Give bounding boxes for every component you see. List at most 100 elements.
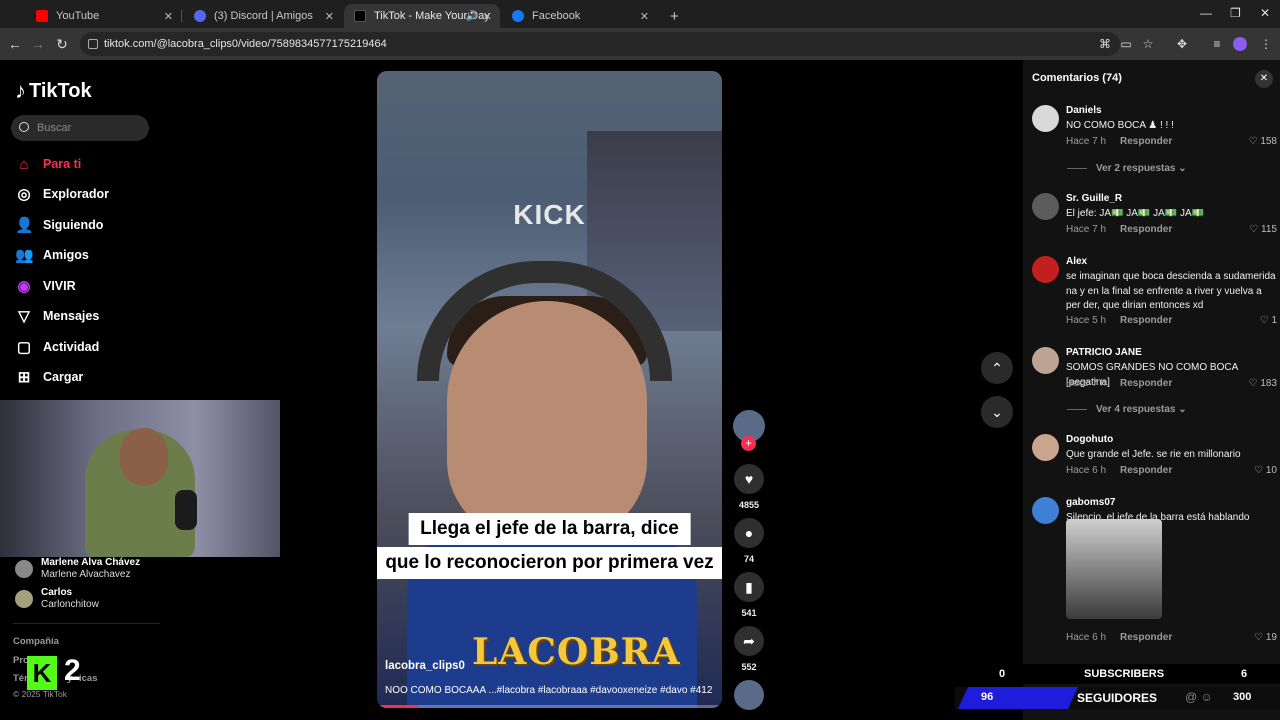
comment-text: El jefe: JA💵 JA💵 JA💵 JA💵 [1066, 208, 1205, 219]
reply-button[interactable]: Responder [1120, 315, 1172, 326]
close-icon[interactable]: ✕ [640, 10, 649, 23]
footer-link[interactable]: Tér [13, 673, 28, 684]
menu-icon[interactable]: ⋮ [1258, 36, 1274, 52]
speaker-icon[interactable]: 🔊 [466, 11, 478, 22]
tab-youtube[interactable]: YouTube ✕ [26, 4, 182, 28]
comment-user[interactable]: Alex [1066, 256, 1087, 267]
minimize-icon[interactable]: — [1200, 6, 1212, 20]
comment-like-button[interactable]: ♡ 19 [1254, 632, 1277, 643]
tab-tiktok[interactable]: TikTok - Make Your Day 🔊 ✕ [344, 4, 500, 28]
chevron-down-icon: ⌄ [1178, 404, 1187, 415]
reply-button[interactable]: Responder [1120, 465, 1172, 476]
media-icon[interactable]: ≡ [1209, 36, 1225, 52]
share-icon: ➦ [734, 626, 764, 656]
avatar[interactable] [1032, 434, 1059, 461]
comment-sticker-image[interactable] [1066, 519, 1162, 619]
close-icon[interactable]: ✕ [1255, 70, 1273, 88]
avatar[interactable] [1032, 347, 1059, 374]
like-button[interactable]: ♥ 4855 [734, 464, 764, 510]
nav-explorador[interactable]: ◎ Explorador [15, 183, 109, 205]
following-icon: 👤 [15, 217, 34, 234]
nav-label: Siguiendo [43, 218, 104, 232]
nav-cargar[interactable]: ⊞ Cargar [15, 366, 84, 388]
avatar[interactable] [1032, 497, 1059, 524]
avatar[interactable] [1032, 256, 1059, 283]
extensions-icon[interactable]: ✥ [1174, 36, 1190, 52]
share-button[interactable]: ➦ 552 [734, 626, 764, 672]
comment-user[interactable]: Daniels [1066, 105, 1102, 116]
next-video-button[interactable]: ⌄ [981, 396, 1013, 428]
music-disc-icon[interactable] [734, 680, 764, 710]
view-replies-button[interactable]: Ver 2 respuestas ⌄ [1067, 163, 1187, 174]
close-icon[interactable]: ✕ [483, 10, 492, 23]
comment-user[interactable]: PATRICIO JANE [1066, 347, 1142, 358]
chevron-up-icon: ⌃ [991, 360, 1003, 376]
video-progress-bar[interactable] [377, 705, 722, 708]
footer-link-company[interactable]: Compañía [13, 636, 59, 647]
comment-user[interactable]: Dogohuto [1066, 434, 1113, 445]
cast-icon[interactable]: ▭ [1118, 36, 1134, 52]
close-icon[interactable]: ✕ [325, 10, 334, 23]
url-field[interactable]: tiktok.com/@lacobra_clips0/video/7589834… [80, 32, 1120, 56]
forward-icon[interactable]: → [28, 34, 48, 54]
account-username: Carlonchitow [41, 599, 99, 610]
footer-link[interactable]: icas [79, 673, 98, 684]
reply-button[interactable]: Responder [1120, 378, 1172, 389]
nav-siguiendo[interactable]: 👤 Siguiendo [15, 214, 103, 236]
following-account[interactable]: Marlene Alva Chávez Marlene Alvachavez [15, 557, 140, 581]
video-player[interactable]: KICK Llega el jefe de la barra, dice que… [377, 71, 722, 708]
reply-button[interactable]: Responder [1120, 224, 1172, 235]
comment-like-button[interactable]: ♡ 1 [1260, 315, 1277, 326]
bookmark-star-icon[interactable]: ☆ [1140, 36, 1156, 52]
emoji-icon[interactable]: @ ☺ [1185, 690, 1213, 704]
comment-button[interactable]: ● 74 [734, 518, 764, 564]
video-caption-line1: Llega el jefe de la barra, dice [408, 513, 691, 545]
following-account[interactable]: Carlos Carlonchitow [15, 587, 99, 611]
save-button[interactable]: ▮ 541 [734, 572, 764, 618]
restore-icon[interactable]: ❐ [1230, 6, 1241, 20]
view-replies-button[interactable]: Ver 4 respuestas ⌄ [1067, 404, 1187, 415]
site-info-icon[interactable] [88, 39, 98, 49]
streamer-webcam [0, 400, 280, 557]
comment-user[interactable]: gaboms07 [1066, 497, 1115, 508]
tab-label: (3) Discord | Amigos [214, 10, 313, 22]
heart-outline-icon: ♡ [1248, 136, 1261, 147]
tiktok-icon [354, 10, 366, 22]
comment-like-button[interactable]: ♡ 183 [1249, 378, 1277, 389]
save-count: 541 [741, 608, 757, 618]
profile-avatar[interactable] [1233, 37, 1247, 51]
tab-facebook[interactable]: Facebook ✕ [502, 4, 657, 28]
comment-like-button[interactable]: ♡ 10 [1254, 465, 1277, 476]
new-tab-button[interactable]: + [660, 4, 680, 28]
window-close-icon[interactable]: ✕ [1260, 6, 1270, 20]
tab-discord[interactable]: (3) Discord | Amigos ✕ [184, 4, 342, 28]
comment-user[interactable]: Sr. Guille_R [1066, 193, 1122, 204]
nav-mensajes[interactable]: ▽ Mensajes [15, 305, 99, 327]
nav-amigos[interactable]: 👥 Amigos [15, 244, 89, 266]
avatar[interactable] [1032, 193, 1059, 220]
video-author[interactable]: lacobra_clips0 [385, 660, 465, 672]
comment-like-button[interactable]: ♡ 158 [1249, 136, 1277, 147]
close-icon[interactable]: ✕ [164, 10, 173, 23]
reload-icon[interactable]: ↻ [52, 34, 72, 54]
comment-icon: ● [734, 518, 764, 548]
avatar[interactable] [1032, 105, 1059, 132]
back-icon[interactable]: ← [5, 34, 25, 54]
progress-fill [377, 705, 419, 708]
nav-vivir[interactable]: ◉ VIVIR [15, 275, 75, 297]
comment-like-count: 1 [1271, 315, 1277, 326]
heart-outline-icon: ♡ [1249, 224, 1262, 235]
comment-item: Sr. Guille_R El jefe: JA💵 JA💵 JA💵 JA💵 Ha… [1032, 193, 1277, 243]
nav-label: Para ti [43, 157, 82, 171]
tiktok-logo[interactable]: ♪ TikTok [15, 78, 92, 104]
activity-icon: ▢ [16, 339, 32, 356]
nav-para-ti[interactable]: ⌂ Para ti [15, 153, 81, 175]
follow-plus-icon[interactable]: + [741, 436, 756, 451]
comment-like-button[interactable]: ♡ 115 [1249, 224, 1277, 235]
reply-button[interactable]: Responder [1120, 632, 1172, 643]
translate-icon[interactable]: ⌘ [1097, 36, 1113, 52]
search-input[interactable]: Buscar [11, 115, 149, 141]
reply-button[interactable]: Responder [1120, 136, 1172, 147]
nav-actividad[interactable]: ▢ Actividad [15, 336, 99, 358]
previous-video-button[interactable]: ⌃ [981, 352, 1013, 384]
